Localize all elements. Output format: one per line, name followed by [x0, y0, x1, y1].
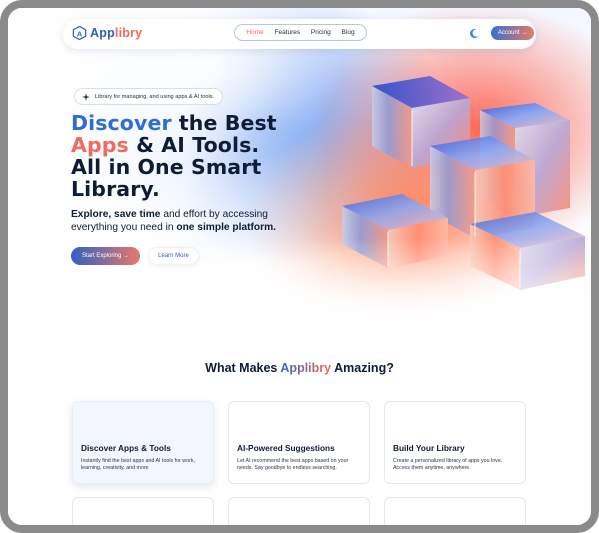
device-frame: A Applibry Home Features Pricing Blog Ac…	[0, 0, 599, 533]
feature-card-ai-suggestions[interactable]: AI-Powered Suggestions Let AI recommend …	[228, 401, 370, 484]
feature-card-row2-3[interactable]	[384, 497, 526, 525]
title-line-4: Library.	[71, 177, 160, 201]
title-line-3: All in One Smart	[71, 155, 262, 179]
hero-title: Discover the Best Apps & AI Tools. All i…	[71, 112, 321, 200]
hero-badge-text: Library for managing, and using apps & A…	[95, 93, 215, 100]
learn-more-button[interactable]: Learn More	[148, 247, 199, 265]
title-the-best: the Best	[171, 111, 277, 135]
title-discover: Discover	[71, 111, 172, 135]
features-title-before: What Makes	[205, 361, 281, 375]
feature-card-desc: Instantly find the best apps and AI tool…	[81, 458, 195, 471]
feature-card-discover[interactable]: Discover Apps & Tools Instantly find the…	[72, 401, 214, 484]
title-apps: Apps	[71, 133, 129, 157]
brand-name: Applibry	[90, 26, 143, 40]
title-ai-tools: & AI Tools.	[128, 133, 260, 157]
feature-card-desc: Create a personalized library of apps yo…	[393, 458, 503, 471]
feature-card-title: Build Your Library	[393, 443, 465, 453]
start-exploring-button[interactable]: Start Exploring →	[71, 247, 140, 265]
feature-card-build-library[interactable]: Build Your Library Create a personalized…	[384, 401, 526, 484]
page: A Applibry Home Features Pricing Blog Ac…	[8, 8, 591, 525]
nav-links: Home Features Pricing Blog	[234, 24, 367, 41]
feature-card-row2-2[interactable]	[228, 497, 370, 525]
sparkle-icon	[82, 92, 90, 101]
sub-bold-2: one simple platform.	[176, 222, 276, 233]
nav-blog[interactable]: Blog	[342, 29, 355, 36]
feature-card-title: Discover Apps & Tools	[81, 443, 171, 453]
moon-icon[interactable]	[469, 28, 480, 39]
nav-home[interactable]: Home	[246, 29, 263, 36]
feature-card-desc: Let AI recommend the best apps based on …	[237, 458, 349, 471]
hero-subtitle: Explore, save time and effort by accessi…	[71, 208, 311, 234]
sub-bold-1: Explore, save time	[71, 209, 161, 220]
brand-logo[interactable]: A Applibry	[72, 25, 142, 41]
top-navbar: A Applibry Home Features Pricing Blog Ac…	[63, 19, 536, 49]
applibry-logo-icon: A	[72, 25, 87, 41]
feature-card-row2-1[interactable]	[72, 497, 214, 525]
nav-pricing[interactable]: Pricing	[311, 29, 331, 36]
feature-card-title: AI-Powered Suggestions	[237, 443, 335, 453]
features-title-accent: Applibry	[280, 361, 332, 375]
hero-badge: Library for managing, and using apps & A…	[74, 88, 224, 105]
features-title-after: Amazing?	[331, 361, 394, 375]
nav-features[interactable]: Features	[274, 29, 300, 36]
features-title: What Makes Applibry Amazing?	[8, 361, 591, 375]
account-button[interactable]: Account →	[491, 26, 534, 40]
svg-text:A: A	[77, 29, 83, 38]
